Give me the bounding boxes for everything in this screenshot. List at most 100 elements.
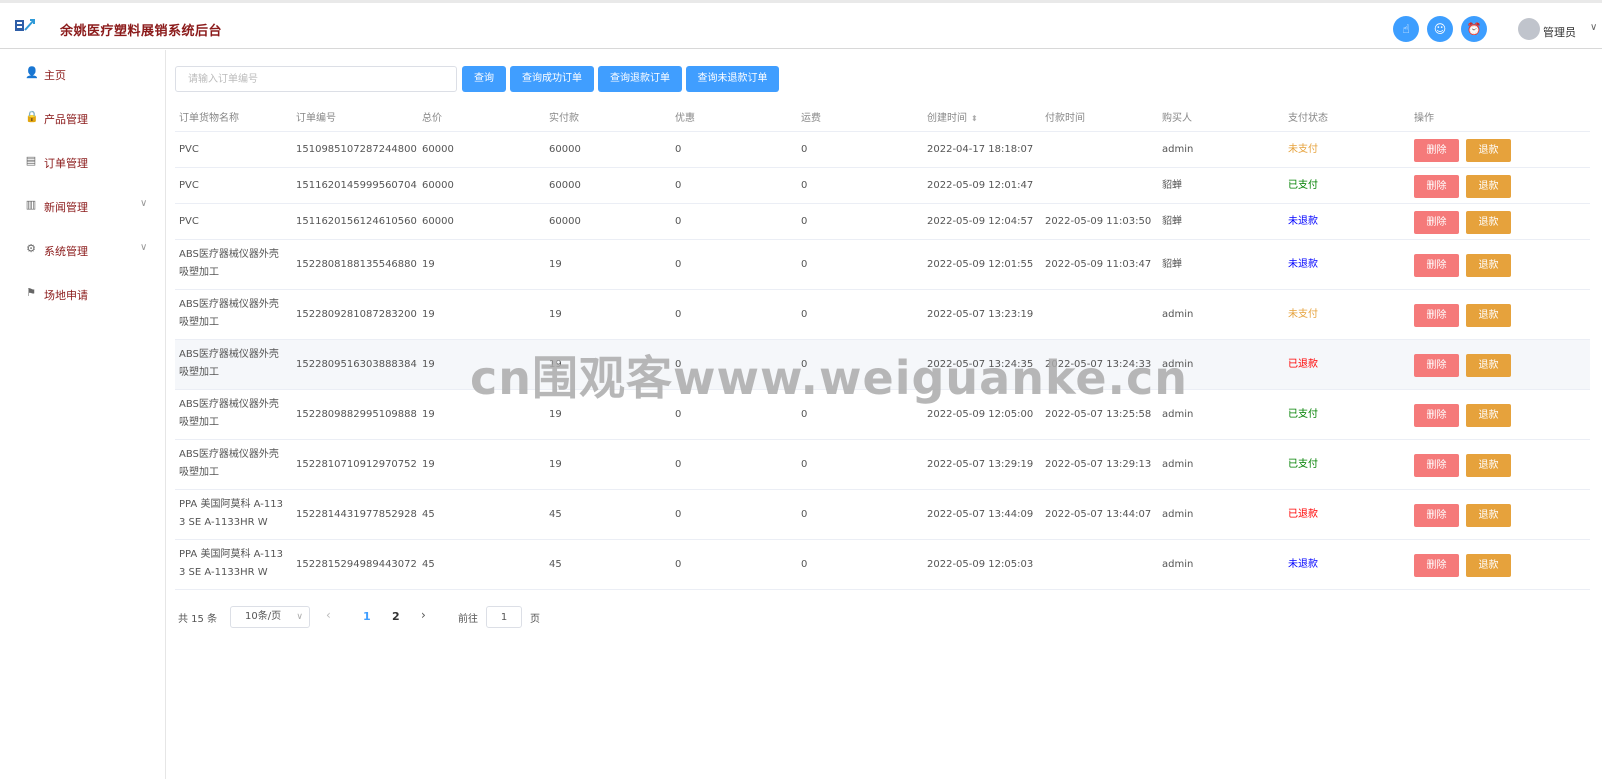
user-badge-icon-button[interactable]: ☺ bbox=[1427, 16, 1453, 42]
cell-order-no: 1522808188135546880 bbox=[296, 259, 417, 270]
refund-button[interactable]: 退款 bbox=[1466, 453, 1511, 477]
column-header-label: 总价 bbox=[422, 113, 442, 124]
status-badge: 未支付 bbox=[1288, 144, 1318, 155]
refund-button[interactable]: 退款 bbox=[1466, 503, 1511, 527]
column-header-label: 操作 bbox=[1414, 113, 1434, 124]
cell-discount: 0 bbox=[675, 459, 682, 470]
cell-shipping: 0 bbox=[801, 559, 808, 570]
refund-button[interactable]: 退款 bbox=[1466, 403, 1511, 427]
search-input[interactable] bbox=[175, 66, 457, 92]
column-header: 订单货物名称 bbox=[179, 109, 239, 124]
cell-created: 2022-05-09 12:04:57 bbox=[927, 216, 1034, 227]
delete-button[interactable]: 删除 bbox=[1414, 453, 1459, 477]
sidebar-item-4[interactable]: ⚙ 系统管理 ∨ bbox=[0, 229, 165, 273]
alarm-clock-icon-button[interactable]: ⏰ bbox=[1461, 16, 1487, 42]
refund-button[interactable]: 退款 bbox=[1466, 174, 1511, 198]
next-page-button[interactable]: › bbox=[421, 608, 426, 622]
goto-page-input[interactable] bbox=[486, 606, 522, 628]
status-badge: 已退款 bbox=[1288, 509, 1318, 520]
table-row[interactable]: PVC 1511620145999560704 60000 60000 0 0 2022-0… bbox=[175, 168, 1590, 204]
prev-page-button[interactable]: ‹ bbox=[326, 608, 331, 622]
refund-button[interactable]: 退款 bbox=[1466, 138, 1511, 162]
sort-icon[interactable]: ⬍ bbox=[971, 114, 978, 123]
cell-buyer: 貂蝉 bbox=[1162, 259, 1182, 270]
cell-created: 2022-05-09 12:01:47 bbox=[927, 180, 1034, 191]
search-unrefunded-orders-button[interactable]: 查询未退款订单 bbox=[686, 66, 779, 92]
cell-name: ABS医疗器械仪器外壳 吸塑加工 bbox=[179, 396, 279, 432]
status-badge: 已支付 bbox=[1288, 180, 1318, 191]
status-badge: 未支付 bbox=[1288, 309, 1318, 320]
cell-total: 19 bbox=[422, 409, 435, 420]
search-refund-orders-button[interactable]: 查询退款订单 bbox=[598, 66, 682, 92]
table-row[interactable]: ABS医疗器械仪器外壳 吸塑加工 1522809281087283200 19 19 0 0… bbox=[175, 290, 1590, 340]
delete-button[interactable]: 删除 bbox=[1414, 353, 1459, 377]
sidebar-item-5[interactable]: ⚑ 场地申请 bbox=[0, 273, 165, 317]
page-unit-label: 页 bbox=[530, 614, 540, 625]
cell-order-no: 1522809882995109888 bbox=[296, 409, 417, 420]
delete-button[interactable]: 删除 bbox=[1414, 253, 1459, 277]
table-row[interactable]: ABS医疗器械仪器外壳 吸塑加工 1522808188135546880 19 19 0 0… bbox=[175, 240, 1590, 290]
page-2-button[interactable]: 2 bbox=[392, 610, 400, 623]
refund-button[interactable]: 退款 bbox=[1466, 353, 1511, 377]
column-header-label: 订单货物名称 bbox=[179, 113, 239, 124]
refund-button[interactable]: 退款 bbox=[1466, 253, 1511, 277]
column-header-label: 创建时间 bbox=[927, 113, 967, 124]
status-badge: 已退款 bbox=[1288, 359, 1318, 370]
alarm-clock-icon: ⏰ bbox=[1466, 22, 1482, 36]
sidebar-item-2[interactable]: ▤ 订单管理 bbox=[0, 141, 165, 185]
user-icon: 👤 bbox=[25, 66, 39, 79]
page-1-button[interactable]: 1 bbox=[363, 610, 371, 623]
cell-paid: 60000 bbox=[549, 216, 581, 227]
delete-button[interactable]: 删除 bbox=[1414, 503, 1459, 527]
refund-button[interactable]: 退款 bbox=[1466, 553, 1511, 577]
sidebar-item-1[interactable]: 🔒 产品管理 bbox=[0, 97, 165, 141]
table-row[interactable]: PPA 美国阿莫科 A-113 3 SE A-1133HR W 1522815294… bbox=[175, 540, 1590, 590]
sidebar-item-3[interactable]: ▥ 新闻管理 ∨ bbox=[0, 185, 165, 229]
cell-paid: 60000 bbox=[549, 180, 581, 191]
user-badge-icon: ☺ bbox=[1433, 22, 1447, 36]
refund-button[interactable]: 退款 bbox=[1466, 210, 1511, 234]
column-header: 订单编号 bbox=[296, 109, 336, 124]
hand-icon-button[interactable]: ☝ bbox=[1393, 16, 1419, 42]
delete-button[interactable]: 删除 bbox=[1414, 210, 1459, 234]
table-row[interactable]: PPA 美国阿莫科 A-113 3 SE A-1133HR W 1522814431… bbox=[175, 490, 1590, 540]
cell-discount: 0 bbox=[675, 259, 682, 270]
cell-name-line: PPA 美国阿莫科 A-113 bbox=[179, 499, 283, 510]
chevron-down-icon: ∨ bbox=[140, 198, 148, 209]
cell-name: ABS医疗器械仪器外壳 吸塑加工 bbox=[179, 246, 279, 282]
delete-button[interactable]: 删除 bbox=[1414, 553, 1459, 577]
delete-button[interactable]: 删除 bbox=[1414, 303, 1459, 327]
pagination-total: 共 15 条 bbox=[178, 614, 218, 625]
cell-buyer: admin bbox=[1162, 409, 1194, 420]
page-size-value: 10条/页 bbox=[245, 611, 282, 622]
cell-paid: 19 bbox=[549, 409, 562, 420]
page-size-select[interactable]: 10条/页 ∨ bbox=[230, 606, 310, 628]
cell-name-line: 吸塑加工 bbox=[179, 317, 219, 328]
column-header-label: 运费 bbox=[801, 113, 821, 124]
sidebar-item-label: 系统管理 bbox=[44, 245, 88, 258]
search-button[interactable]: 查询 bbox=[462, 66, 506, 92]
search-success-orders-button[interactable]: 查询成功订单 bbox=[510, 66, 594, 92]
delete-button[interactable]: 删除 bbox=[1414, 138, 1459, 162]
chevron-down-icon[interactable]: ∨ bbox=[1590, 22, 1597, 33]
table-row[interactable]: PVC 1510985107287244800 60000 60000 0 0 2022-0… bbox=[175, 132, 1590, 168]
table-row[interactable]: ABS医疗器械仪器外壳 吸塑加工 1522810710912970752 19 19 0 0… bbox=[175, 440, 1590, 490]
sidebar-item-0[interactable]: 👤 主页 bbox=[0, 53, 165, 97]
cell-name-line: 3 SE A-1133HR W bbox=[179, 567, 268, 578]
cell-order-no: 1522814431977852928 bbox=[296, 509, 417, 520]
cell-order-no: 1511620156124610560 bbox=[296, 216, 417, 227]
sidebar-item-label: 订单管理 bbox=[44, 157, 88, 170]
cell-name-line: ABS医疗器械仪器外壳 bbox=[179, 399, 279, 410]
cell-name: PPA 美国阿莫科 A-113 3 SE A-1133HR W bbox=[179, 496, 283, 532]
user-name[interactable]: 管理员 bbox=[1543, 24, 1576, 40]
refund-button[interactable]: 退款 bbox=[1466, 303, 1511, 327]
table-row[interactable]: PVC 1511620156124610560 60000 60000 0 0 2022-0… bbox=[175, 204, 1590, 240]
delete-button[interactable]: 删除 bbox=[1414, 403, 1459, 427]
avatar[interactable] bbox=[1518, 18, 1540, 40]
cell-name-line: PVC bbox=[179, 144, 199, 155]
column-header[interactable]: 创建时间 ⬍ bbox=[927, 109, 978, 124]
cell-total: 19 bbox=[422, 459, 435, 470]
cell-created: 2022-05-09 12:05:03 bbox=[927, 559, 1034, 570]
table-header: 订单货物名称 订单编号 总价 实付款 优惠 运费 创建时间 ⬍ 付款时间 购买人 支付状态 操作 bbox=[175, 98, 1590, 132]
delete-button[interactable]: 删除 bbox=[1414, 174, 1459, 198]
